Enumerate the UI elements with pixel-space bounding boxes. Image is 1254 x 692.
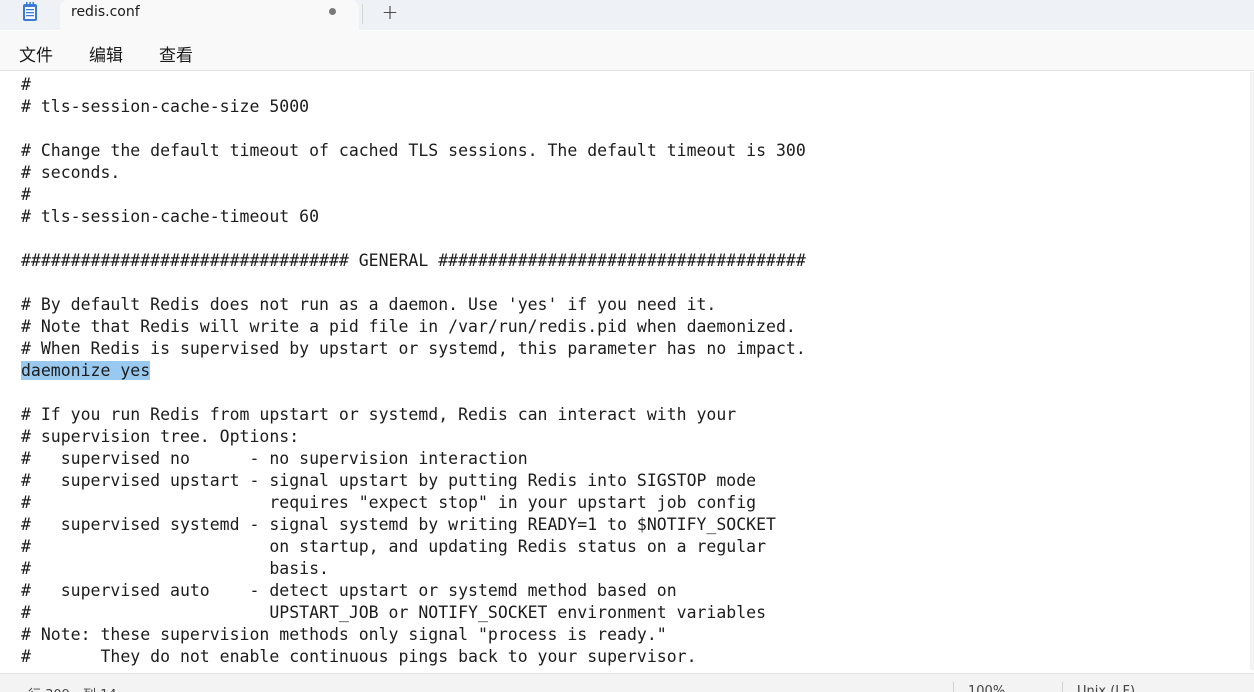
notepad-icon <box>22 2 38 22</box>
menu-bar: 文件 编辑 查看 <box>0 31 1254 71</box>
menu-file[interactable]: 文件 <box>19 41 53 66</box>
cursor-position: 行 309，列 14 <box>28 684 117 692</box>
editor-line: # <box>21 75 31 94</box>
zoom-level[interactable]: 100% <box>968 684 1005 692</box>
title-bar: redis.conf + <box>0 0 1254 31</box>
editor-line: # supervised upstart - signal upstart by… <box>21 471 757 490</box>
editor-line: # supervised no - no supervision interac… <box>21 449 528 468</box>
editor-line: # tls-session-cache-size 5000 <box>21 97 310 116</box>
editor-line: # seconds. <box>21 163 121 182</box>
menu-edit[interactable]: 编辑 <box>89 41 123 66</box>
editor-line: # tls-session-cache-timeout 60 <box>21 207 320 226</box>
editor-line: # supervised auto - detect upstart or sy… <box>21 581 677 600</box>
status-bar: 行 309，列 14 100% Unix (LF) <box>0 673 1254 692</box>
editor-line: # supervision tree. Options: <box>21 427 300 446</box>
editor-line: ################################# GENERA… <box>21 251 806 270</box>
tab-divider <box>362 4 363 24</box>
tab-title: redis.conf <box>71 4 140 20</box>
editor-line: # Note that Redis will write a pid file … <box>21 317 796 336</box>
new-tab-button[interactable]: + <box>371 1 409 27</box>
editor-line: # supervised systemd - signal systemd by… <box>21 515 776 534</box>
editor-line: # When Redis is supervised by upstart or… <box>21 339 806 358</box>
status-divider <box>953 682 954 692</box>
editor-line: # If you run Redis from upstart or syste… <box>21 405 737 424</box>
editor-line: # Change the default timeout of cached T… <box>21 141 806 160</box>
tab-redis-conf[interactable]: redis.conf <box>60 0 359 31</box>
vertical-scrollbar[interactable] <box>1250 72 1254 670</box>
editor-line: # requires "expect stop" in your upstart… <box>21 493 757 512</box>
editor-line: # <box>21 185 31 204</box>
editor-line: daemonize yes <box>21 360 151 382</box>
selected-text: daemonize yes <box>21 361 151 380</box>
editor-line: # They do not enable continuous pings ba… <box>21 647 697 666</box>
editor-line: # Note: these supervision methods only s… <box>21 625 667 644</box>
editor-line: # UPSTART_JOB or NOTIFY_SOCKET environme… <box>21 603 767 622</box>
editor-line: # By default Redis does not run as a dae… <box>21 295 717 314</box>
text-editor[interactable]: # # tls-session-cache-size 5000 # Change t… <box>0 72 1254 672</box>
line-ending[interactable]: Unix (LF) <box>1077 684 1135 692</box>
unsaved-dot-icon[interactable] <box>329 8 336 15</box>
status-divider <box>1062 682 1063 692</box>
editor-line: # on startup, and updating Redis status … <box>21 537 767 556</box>
menu-view[interactable]: 查看 <box>159 41 193 66</box>
editor-line: # basis. <box>21 559 329 578</box>
